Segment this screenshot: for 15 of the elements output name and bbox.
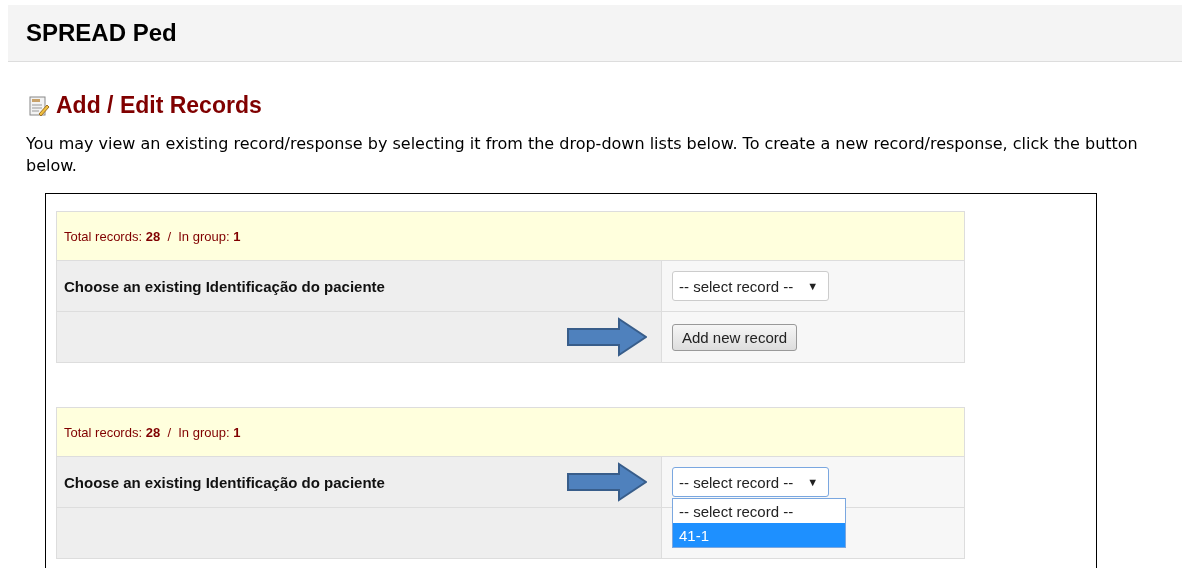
project-title: SPREAD Ped: [26, 19, 177, 47]
record-select[interactable]: -- select record -- ▼: [672, 271, 830, 301]
page-heading: Add / Edit Records: [56, 92, 262, 119]
intro-text: You may view an existing record/response by selecting it from the drop-down lists below. To create a new record/response, click the button below.: [26, 133, 1139, 177]
arrow-icon: [567, 462, 647, 502]
choose-label: Choose an existing Identificação do paciente: [64, 473, 385, 491]
record-stats: Total records: 28 / In group: 1: [64, 424, 241, 440]
edit-note-icon: [28, 94, 50, 117]
record-stats: Total records: 28 / In group: 1: [64, 228, 241, 244]
choose-label: Choose an existing Identificação do paciente: [64, 277, 385, 295]
arrow-icon: [567, 317, 647, 357]
caret-icon: ▼: [807, 476, 819, 488]
add-record-button[interactable]: Add new record: [672, 323, 798, 351]
caret-icon: ▼: [807, 280, 819, 292]
record-select[interactable]: -- select record -- ▼: [672, 467, 830, 497]
